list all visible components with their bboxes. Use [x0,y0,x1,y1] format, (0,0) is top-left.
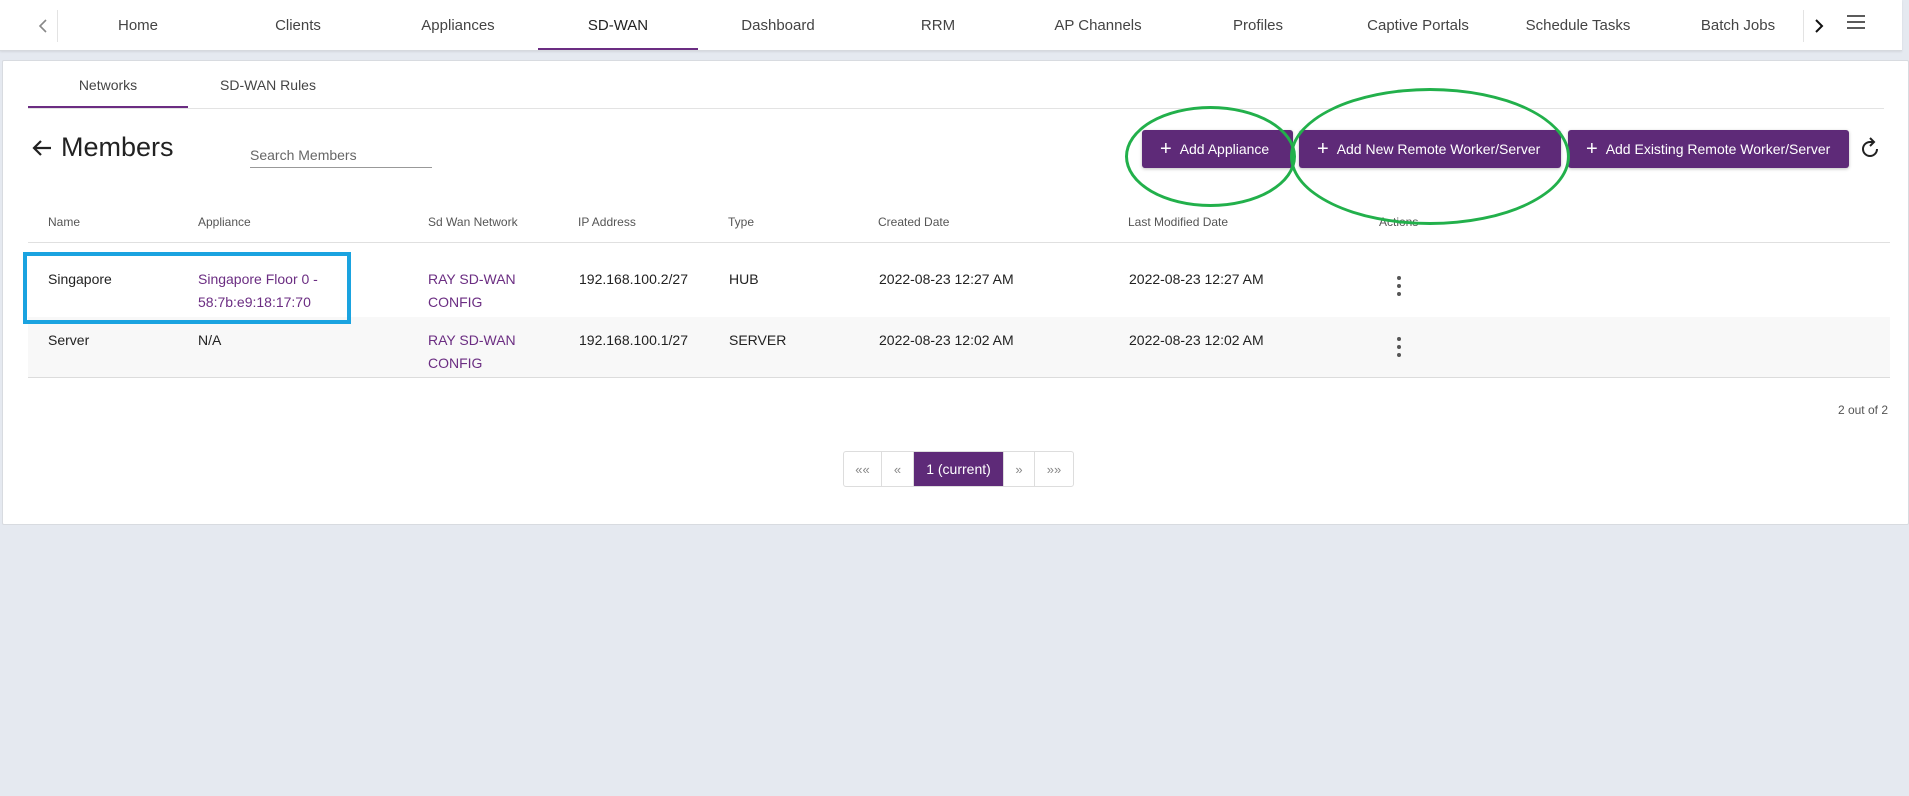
cell-type: SERVER [729,332,787,348]
cell-network-link[interactable]: RAY SD-WAN CONFIG [428,329,516,375]
tab-sd-wan[interactable]: SD-WAN [538,0,698,50]
nav-tabs: Home Clients Appliances SD-WAN Dashboard… [58,0,1818,50]
nav-scroll-right-icon[interactable] [1803,10,1833,42]
tab-batch-jobs[interactable]: Batch Jobs [1658,0,1818,50]
network-line: RAY SD-WAN [428,332,516,348]
cell-name: Server [48,332,90,348]
result-count: 2 out of 2 [1837,403,1888,417]
plus-icon: + [1586,138,1598,160]
tab-profiles[interactable]: Profiles [1178,0,1338,50]
cell-ip: 192.168.100.2/27 [579,271,688,287]
highlight-ellipse [1290,88,1570,225]
top-nav: Home Clients Appliances SD-WAN Dashboard… [0,0,1902,51]
sub-tabs: Networks SD-WAN Rules [28,61,348,108]
page-first-button[interactable]: «« [844,452,882,486]
cell-appliance: N/A [198,332,222,348]
cell-modified: 2022-08-23 12:27 AM [1129,271,1264,287]
refresh-icon[interactable] [1858,137,1882,161]
search-input[interactable] [250,144,432,168]
tab-clients[interactable]: Clients [218,0,378,50]
header-appliance: Appliance [198,215,251,229]
back-arrow-icon[interactable] [31,137,53,159]
tab-schedule-tasks[interactable]: Schedule Tasks [1498,0,1658,50]
page-next-button[interactable]: » [1004,452,1035,486]
tab-home[interactable]: Home [58,0,218,50]
nav-scroll-left-icon[interactable] [28,10,58,42]
more-actions-icon[interactable] [1396,337,1402,357]
tab-ap-channels[interactable]: AP Channels [1018,0,1178,50]
more-actions-icon[interactable] [1396,276,1402,296]
page-title: Members [61,132,174,162]
header-last-modified-date: Last Modified Date [1128,215,1229,229]
hamburger-menu-icon[interactable] [1840,10,1872,34]
page-last-button[interactable]: »» [1035,452,1073,486]
tab-appliances[interactable]: Appliances [378,0,538,50]
subtabs-divider [28,108,1884,109]
header-type: Type [728,215,755,229]
page-prev-button[interactable]: « [882,452,914,486]
highlight-ellipse [1125,106,1296,207]
subtab-sd-wan-rules[interactable]: SD-WAN Rules [188,61,348,108]
highlight-box [23,252,351,324]
header-created-date: Created Date [878,215,950,229]
cell-modified: 2022-08-23 12:02 AM [1129,332,1264,348]
cell-ip: 192.168.100.1/27 [579,332,688,348]
cell-created: 2022-08-23 12:27 AM [879,271,1014,287]
cell-type: HUB [729,271,759,287]
subtab-networks[interactable]: Networks [28,61,188,108]
tab-captive-portals[interactable]: Captive Portals [1338,0,1498,50]
header-sd-wan-network: Sd Wan Network [428,215,518,229]
cell-created: 2022-08-23 12:02 AM [879,332,1014,348]
cell-network-link[interactable]: RAY SD-WAN CONFIG [428,268,516,314]
add-existing-remote-worker-button[interactable]: + Add Existing Remote Worker/Server [1568,130,1849,168]
table-header: Name Appliance Sd Wan Network IP Address… [28,209,1890,243]
network-line: RAY SD-WAN [428,271,516,287]
tab-rrm[interactable]: RRM [858,0,1018,50]
header-name: Name [48,215,81,229]
tab-dashboard[interactable]: Dashboard [698,0,858,50]
table-row: Server N/A RAY SD-WAN CONFIG 192.168.100… [28,317,1890,378]
add-existing-remote-worker-label: Add Existing Remote Worker/Server [1605,141,1831,157]
page-current[interactable]: 1 (current) [914,452,1004,486]
network-line: CONFIG [428,355,483,371]
network-line: CONFIG [428,294,483,310]
header-ip-address: IP Address [578,215,636,229]
pagination: «« « 1 (current) » »» [843,451,1074,487]
